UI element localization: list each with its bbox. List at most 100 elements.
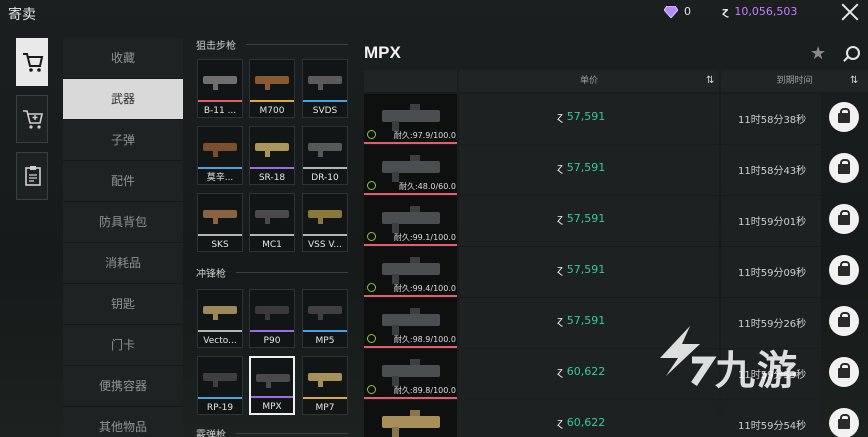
weapon-cell[interactable]: MPX xyxy=(249,356,295,415)
weapon-cell[interactable]: P90 xyxy=(249,289,295,348)
weapon-image xyxy=(382,410,440,437)
weapon-cell[interactable]: RP-19 xyxy=(197,356,243,415)
category-other[interactable]: 其他物品 xyxy=(63,407,183,437)
weapon-image xyxy=(255,210,289,224)
sort-time-icon[interactable]: ⇅ xyxy=(850,75,858,86)
weapon-cell[interactable]: MP7 xyxy=(302,356,348,415)
weapon-cell[interactable]: VSS V... xyxy=(302,193,348,252)
close-icon[interactable] xyxy=(838,0,862,24)
search-icon[interactable] xyxy=(846,46,860,60)
weapon-name: MP7 xyxy=(315,403,335,413)
coin-icon: ɀ xyxy=(722,5,729,18)
tab-sell[interactable] xyxy=(16,95,48,143)
item-thumbnail: 耐久:99.1/100.0 xyxy=(364,196,457,246)
category-keycards[interactable]: 门卡 xyxy=(63,325,183,366)
tab-records[interactable] xyxy=(16,152,48,200)
item-price: ɀ 57,591 xyxy=(557,263,605,276)
category-attachments[interactable]: 配件 xyxy=(63,161,183,202)
durability-text: 耐久:48.0/60.0 xyxy=(398,182,456,191)
rarity-bar xyxy=(250,100,294,102)
section-smg-title: 冲锋枪 xyxy=(196,269,226,280)
durability-icon xyxy=(367,232,376,241)
buy-bag-button[interactable] xyxy=(829,153,859,183)
weapon-name: MPX xyxy=(262,402,282,412)
section-shotgun-title: 霰弹枪 xyxy=(196,430,226,437)
weapon-cell[interactable]: SR-18 xyxy=(249,126,295,185)
weapon-name: MC1 xyxy=(262,240,282,250)
favorite-star-icon[interactable]: ★ xyxy=(810,43,826,64)
weapon-cell[interactable]: MP5 xyxy=(302,289,348,348)
category-ammo[interactable]: 子弹 xyxy=(63,120,183,161)
listing-row[interactable]: 耐久:99.1/100.0 ɀ 57,591 11时59分01秒 xyxy=(364,196,868,246)
buy-bag-button[interactable] xyxy=(829,306,859,336)
weapon-image xyxy=(203,306,237,320)
weapon-cell[interactable]: DR-10 xyxy=(302,126,348,185)
expire-time: 11时59分54秒 xyxy=(738,421,807,432)
buy-bag-button[interactable] xyxy=(829,408,859,437)
weapon-cell[interactable]: SVDS xyxy=(302,59,348,118)
weapon-image xyxy=(308,306,342,320)
weapon-image xyxy=(308,143,342,157)
gem-icon xyxy=(664,5,678,18)
rarity-bar xyxy=(198,397,242,399)
section-sniper-title: 狙击步枪 xyxy=(196,41,236,52)
weapon-cell[interactable]: M700 xyxy=(249,59,295,118)
expire-time: 11时59分09秒 xyxy=(738,268,807,279)
coin-icon: ɀ xyxy=(557,365,563,378)
rarity-bar xyxy=(250,330,294,332)
listing-row[interactable]: 耐久:99.4/100.0 ɀ 57,591 11时59分09秒 xyxy=(364,247,868,297)
gem-count: 0 xyxy=(684,5,691,18)
durability-text: 耐久:98.9/100.0 xyxy=(393,335,456,344)
durability-bar xyxy=(364,346,457,348)
money-amount: 10,056,503 xyxy=(734,5,798,18)
category-containers[interactable]: 便携容器 xyxy=(63,366,183,407)
category-consumables[interactable]: 消耗品 xyxy=(63,243,183,284)
weapon-cell[interactable]: MC1 xyxy=(249,193,295,252)
rarity-bar xyxy=(198,234,242,236)
buy-bag-button[interactable] xyxy=(829,357,859,387)
category-favorites[interactable]: 收藏 xyxy=(63,38,183,79)
item-price: ɀ 57,591 xyxy=(557,314,605,327)
price-value: 60,622 xyxy=(566,416,606,429)
coin-icon: ɀ xyxy=(557,161,563,174)
price-value: 57,591 xyxy=(566,212,606,225)
weapon-name: MP5 xyxy=(315,336,335,346)
section-divider xyxy=(246,44,348,45)
listing-row[interactable]: ɀ 60,622 11时59分54秒 xyxy=(364,400,868,437)
item-price: ɀ 57,591 xyxy=(557,161,605,174)
buy-bag-button[interactable] xyxy=(829,102,859,132)
listing-row[interactable]: 耐久:48.0/60.0 ɀ 57,591 11时58分43秒 xyxy=(364,145,868,195)
weapon-image xyxy=(308,373,342,387)
tab-buy[interactable] xyxy=(16,38,48,86)
header-expire[interactable]: 到期时间 xyxy=(721,70,868,92)
weapon-image xyxy=(308,210,342,224)
coin-icon: ɀ xyxy=(557,416,563,429)
item-thumbnail: 耐久:98.9/100.0 xyxy=(364,298,457,348)
durability-icon xyxy=(367,283,376,292)
listing-header: 单价 ⇅ 到期时间 ⇅ xyxy=(364,70,868,92)
weapon-cell[interactable]: SKS xyxy=(197,193,243,252)
weapon-image xyxy=(203,143,237,157)
weapon-cell[interactable]: Vecto... xyxy=(197,289,243,348)
weapon-name: 莫辛... xyxy=(206,173,234,183)
weapon-cell[interactable]: B-11 ... xyxy=(197,59,243,118)
weapon-cell[interactable]: 莫辛... xyxy=(197,126,243,185)
weapon-name: SR-18 xyxy=(258,173,286,183)
item-thumbnail: 耐久:97.9/100.0 xyxy=(364,94,457,144)
buy-bag-button[interactable] xyxy=(829,255,859,285)
category-keys[interactable]: 钥匙 xyxy=(63,284,183,325)
weapon-name: Vecto... xyxy=(203,336,237,346)
durability-bar xyxy=(364,142,457,144)
category-armor-backpack[interactable]: 防具背包 xyxy=(63,202,183,243)
weapon-image xyxy=(382,104,440,131)
coin-icon: ɀ xyxy=(557,314,563,327)
section-divider xyxy=(236,433,348,434)
header-price[interactable]: 单价 xyxy=(459,70,719,92)
expire-time: 11时59分01秒 xyxy=(738,217,807,228)
category-weapons[interactable]: 武器 xyxy=(63,79,183,120)
price-value: 57,591 xyxy=(566,314,606,327)
buy-bag-button[interactable] xyxy=(829,204,859,234)
sort-price-icon[interactable]: ⇅ xyxy=(706,75,714,86)
listing-row[interactable]: 耐久:97.9/100.0 ɀ 57,591 11时58分38秒 xyxy=(364,94,868,144)
weapon-image xyxy=(382,359,440,386)
